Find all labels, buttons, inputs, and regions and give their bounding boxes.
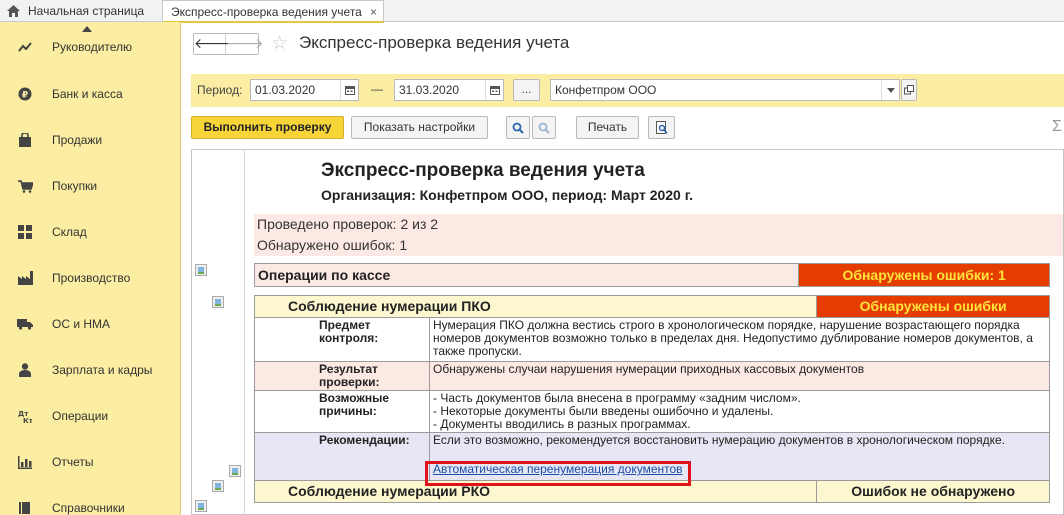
report-area: Экспресс-проверка ведения учета Организа… [191, 149, 1064, 515]
print-preview-icon [655, 121, 668, 134]
close-icon[interactable]: × [370, 2, 377, 22]
tab-bar: Начальная страница Экспресс-проверка вед… [0, 0, 1064, 23]
truck-icon [17, 316, 33, 332]
sidebar-item-bank[interactable]: ₽ Банк и касса [0, 79, 180, 109]
sidebar-item-purchases[interactable]: Покупки [0, 171, 180, 201]
shopping-bag-icon [17, 132, 33, 148]
row-key: Возможные причины: [254, 390, 430, 433]
history-nav: 🡐 🡒 [193, 33, 264, 55]
sidebar-item-label: Зарплата и кадры [52, 363, 153, 377]
show-settings-button[interactable]: Показать настройки [351, 116, 488, 139]
broken-image-icon [195, 500, 207, 512]
sidebar-item-operations[interactable]: Дт Кт Операции [0, 401, 180, 431]
svg-text:Кт: Кт [23, 417, 32, 423]
home-icon [7, 5, 20, 17]
tab-express-check-label: Экспресс-проверка ведения учета [171, 5, 362, 19]
broken-image-icon [212, 480, 224, 492]
sidebar-item-fixed-assets[interactable]: ОС и НМА [0, 309, 180, 339]
sidebar-item-label: Покупки [52, 179, 98, 193]
recommendation-text: Если это возможно, рекомендуется восстан… [433, 433, 1005, 447]
check-status-badge: Обнаружены ошибки [816, 295, 1050, 318]
checks-done-text: Проведено проверок: 2 из 2 [254, 214, 1063, 235]
sidebar-item-warehouse[interactable]: Склад [0, 217, 180, 247]
tab-express-check[interactable]: Экспресс-проверка ведения учета × [162, 0, 384, 23]
search-clear-button[interactable] [532, 116, 556, 139]
sidebar-item-label: Продажи [52, 133, 103, 147]
tab-home[interactable]: Начальная страница [0, 0, 157, 22]
calendar-icon[interactable] [485, 80, 503, 100]
broken-image-icon [212, 296, 224, 308]
section-cash-operations: Операции по кассе Обнаружены ошибки: 1 [253, 263, 1050, 287]
period-select-button[interactable]: ... [513, 79, 540, 101]
favorite-star-icon[interactable]: ☆ [271, 32, 288, 55]
tab-home-label: Начальная страница [28, 4, 145, 18]
warehouse-grid-icon [17, 224, 33, 240]
open-organization-button[interactable] [901, 79, 917, 101]
row-key: Рекомендации: [254, 432, 430, 481]
section-name[interactable]: Операции по кассе [253, 263, 800, 287]
row-value: Обнаружены случаи нарушения нумерации пр… [429, 361, 1050, 391]
forward-button[interactable]: 🡒 [226, 34, 264, 54]
cause-line: - Документы вводились в разных программа… [433, 417, 691, 431]
highlight-frame [425, 461, 691, 486]
organization-field[interactable]: Конфетпром ООО [550, 79, 900, 101]
search-icon [512, 122, 524, 134]
row-value: - Часть документов была внесена в програ… [429, 390, 1050, 433]
period-label: Период: [197, 83, 243, 97]
broken-image-icon [195, 264, 207, 276]
ruble-coin-icon: ₽ [17, 86, 33, 102]
sidebar-item-label: Банк и касса [52, 87, 123, 101]
sidebar-item-payroll[interactable]: Зарплата и кадры [0, 355, 180, 385]
organization-value: Конфетпром ООО [555, 83, 657, 97]
shopping-cart-icon [17, 178, 33, 194]
print-button[interactable]: Печать [576, 116, 639, 139]
book-icon [17, 500, 33, 515]
page-title: Экспресс-проверка ведения учета [299, 33, 570, 52]
date-to-field[interactable]: 31.03.2020 [394, 79, 504, 101]
row-key: Предмет контроля: [254, 317, 430, 362]
sidebar-item-catalogs[interactable]: Справочники [0, 493, 180, 515]
report-subtitle: Организация: Конфетпром ООО, период: Мар… [321, 187, 694, 203]
sum-icon[interactable]: Σ [1052, 118, 1062, 136]
report-gutter-line [244, 150, 245, 514]
print-preview-button[interactable] [648, 116, 675, 139]
search-clear-icon [538, 122, 550, 134]
sidebar-item-label: Склад [52, 225, 87, 239]
back-button[interactable]: 🡐 [194, 34, 232, 54]
section-status-badge: Обнаружены ошибки: 1 [798, 263, 1050, 287]
date-from-value: 01.03.2020 [255, 83, 316, 97]
factory-icon [17, 270, 33, 286]
broken-image-icon [229, 465, 241, 477]
sidebar: Руководителю ₽ Банк и касса Продажи Поку… [0, 22, 181, 515]
row-value: Нумерация ПКО должна вестись строго в хр… [429, 317, 1050, 362]
chart-line-icon [17, 39, 33, 55]
run-check-button[interactable]: Выполнить проверку [191, 116, 344, 139]
sidebar-item-label: Справочники [52, 501, 125, 515]
check-name[interactable]: Соблюдение нумерации ПКО [253, 295, 818, 318]
sidebar-item-manager[interactable]: Руководителю [0, 32, 180, 62]
report-title: Экспресс-проверка ведения учета [321, 160, 645, 181]
sidebar-item-label: Операции [52, 409, 109, 423]
row-key: Результат проверки: [254, 361, 430, 391]
errors-found-text: Обнаружено ошибок: 1 [254, 235, 1063, 256]
sidebar-item-label: Руководителю [52, 40, 133, 54]
svg-text:₽: ₽ [22, 91, 28, 101]
sidebar-item-reports[interactable]: Отчеты [0, 447, 180, 477]
date-to-value: 31.03.2020 [399, 83, 460, 97]
debit-credit-icon: Дт Кт [17, 408, 33, 424]
sidebar-item-label: Отчеты [52, 455, 94, 469]
search-button[interactable] [506, 116, 530, 139]
sidebar-item-label: ОС и НМА [52, 317, 111, 331]
period-dash: — [371, 82, 383, 96]
check-status-badge: Ошибок не обнаружено [816, 480, 1050, 503]
chevron-down-icon[interactable] [881, 80, 899, 100]
open-form-icon [904, 85, 914, 95]
calendar-icon[interactable] [340, 80, 358, 100]
sidebar-item-label: Производство [52, 271, 131, 285]
bar-chart-icon [17, 454, 33, 470]
date-from-field[interactable]: 01.03.2020 [250, 79, 359, 101]
person-icon [17, 362, 33, 378]
sidebar-item-sales[interactable]: Продажи [0, 125, 180, 155]
sidebar-item-production[interactable]: Производство [0, 263, 180, 293]
